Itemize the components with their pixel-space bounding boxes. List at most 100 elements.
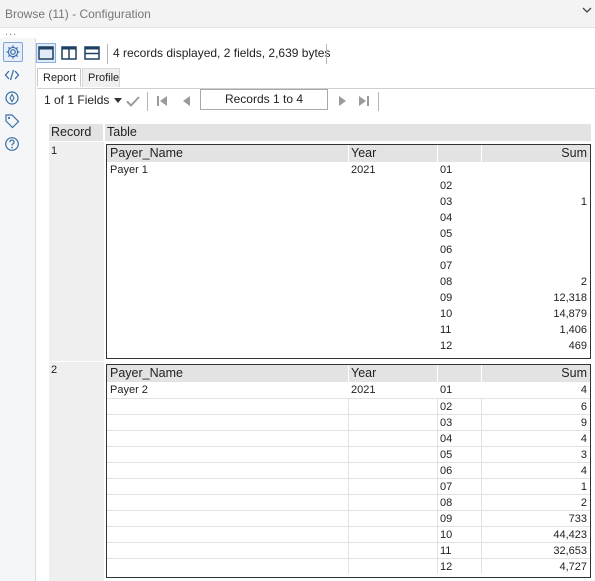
table-row: 10 14,879 [107, 306, 590, 322]
table-row: 12 469 [107, 338, 590, 354]
left-sidebar [0, 38, 36, 581]
cell-month: 11 [440, 545, 452, 557]
table-row: 03 9 [107, 414, 590, 430]
cell-payer: Payer 2 [110, 384, 148, 396]
table-row: 09 733 [107, 510, 590, 526]
record-number: 2 [51, 364, 58, 376]
table-row: 11 32,653 [107, 542, 590, 558]
cell-month: 07 [440, 481, 453, 493]
table-row: 11 1,406 [107, 322, 590, 338]
cell-sum: 9 [580, 417, 587, 429]
cell-sum: 44,423 [553, 529, 587, 541]
cell-sum: 4 [580, 384, 587, 396]
cell-month: 08 [440, 276, 453, 288]
window-title: Browse (11) - Configuration [5, 7, 151, 21]
tab-report[interactable]: Report [37, 68, 81, 87]
table-row: 04 [107, 210, 590, 226]
table-row: 09 12,318 [107, 290, 590, 306]
record-number: 1 [51, 145, 58, 157]
table-row: Payer 1 2021 01 [107, 162, 590, 178]
cell-payer: Payer 1 [110, 164, 148, 176]
tag-icon[interactable] [3, 112, 21, 130]
last-record-icon[interactable] [356, 93, 372, 109]
header-year: Year [351, 146, 377, 160]
header-year: Year [351, 366, 377, 380]
cell-month: 12 [440, 561, 453, 573]
code-icon[interactable] [3, 66, 21, 84]
header-payer-name: Payer_Name [110, 146, 183, 160]
chevron-down-icon[interactable] [581, 4, 593, 16]
next-record-icon[interactable] [335, 93, 351, 109]
cell-month: 04 [440, 212, 453, 224]
cell-sum: 6 [580, 401, 587, 413]
cell-month: 05 [440, 449, 453, 461]
table-row: 06 [107, 242, 590, 258]
table-row: 08 2 [107, 274, 590, 290]
checkmark-icon[interactable] [125, 93, 141, 109]
header-sum: Sum [561, 366, 587, 380]
help-icon[interactable] [3, 135, 21, 153]
cell-month: 10 [440, 308, 453, 320]
window-titlebar: Browse (11) - Configuration [0, 0, 595, 28]
record-navigation: 1 of 1 Fields Records 1 to 4 [35, 89, 595, 113]
tab-profile[interactable]: Profile [82, 68, 120, 87]
nav-divider [378, 92, 379, 111]
cell-sum: 32,653 [553, 545, 587, 557]
chevron-down-icon[interactable] [114, 98, 122, 103]
cell-sum: 3 [580, 449, 587, 461]
cell-sum: 2 [580, 497, 587, 509]
cell-month: 03 [440, 417, 453, 429]
cell-month: 01 [440, 384, 453, 396]
table-row: 02 6 [107, 398, 590, 414]
records-summary: 4 records displayed, 2 fields, 2,639 byt… [113, 46, 331, 60]
table-row: 04 4 [107, 430, 590, 446]
table-row: 02 [107, 178, 590, 194]
cell-month: 11 [440, 324, 452, 336]
split-vertical-icon[interactable] [59, 43, 79, 63]
single-view-icon[interactable] [36, 43, 56, 63]
view-tabs: Report Profile [37, 68, 595, 89]
cell-month: 09 [440, 292, 453, 304]
cell-sum: 4,727 [559, 561, 587, 573]
nested-table-record-1: Payer_Name Year Sum Payer 1 2021 01 02 03 1… [106, 144, 591, 359]
cell-month: 03 [440, 196, 453, 208]
cell-sum: 4 [580, 465, 587, 477]
column-divider [103, 124, 105, 141]
cell-month: 10 [440, 529, 453, 541]
gear-icon[interactable] [3, 42, 23, 62]
table-row: 05 3 [107, 446, 590, 462]
cell-month: 09 [440, 513, 453, 525]
cell-sum: 14,879 [553, 308, 587, 320]
table-row: 05 [107, 226, 590, 242]
cell-month: 04 [440, 433, 453, 445]
cell-sum: 1 [580, 196, 587, 208]
fields-selector[interactable]: 1 of 1 Fields [44, 93, 109, 107]
nested-table-header: Payer_Name Year Sum [107, 365, 590, 382]
cell-sum: 1,406 [559, 324, 587, 336]
first-record-icon[interactable] [154, 93, 170, 109]
table-row: 12 4,727 [107, 558, 590, 574]
split-horizontal-icon[interactable] [82, 43, 102, 63]
view-toolbar: 4 records displayed, 2 fields, 2,639 byt… [35, 40, 595, 66]
previous-record-icon[interactable] [178, 93, 194, 109]
compass-icon[interactable] [3, 89, 21, 107]
cell-month: 06 [440, 244, 453, 256]
cell-year: 2021 [351, 164, 376, 176]
nested-table-body: Payer 1 2021 01 02 03 1 04 05 06 07 08 2 09 1… [107, 162, 590, 354]
nav-divider [147, 92, 148, 111]
nested-table-header: Payer_Name Year Sum [107, 145, 590, 162]
cell-month: 08 [440, 497, 453, 509]
column-header-record[interactable]: Record [51, 125, 91, 139]
table-row: 06 4 [107, 462, 590, 478]
column-header-table[interactable]: Table [107, 125, 137, 139]
records-range-input[interactable]: Records 1 to 4 [200, 89, 328, 110]
grid-header: Record Table [49, 124, 591, 141]
cell-month: 12 [440, 340, 453, 352]
more-dots[interactable]: ... [5, 26, 17, 38]
header-payer-name: Payer_Name [110, 366, 183, 380]
table-row: Payer 2 2021 01 4 [107, 382, 590, 398]
nested-table-record-2: Payer_Name Year Sum Payer 2 2021 01 4 02 6 0… [106, 364, 591, 578]
cell-month: 06 [440, 465, 453, 477]
table-row: 10 44,423 [107, 526, 590, 542]
cell-sum: 2 [580, 276, 587, 288]
